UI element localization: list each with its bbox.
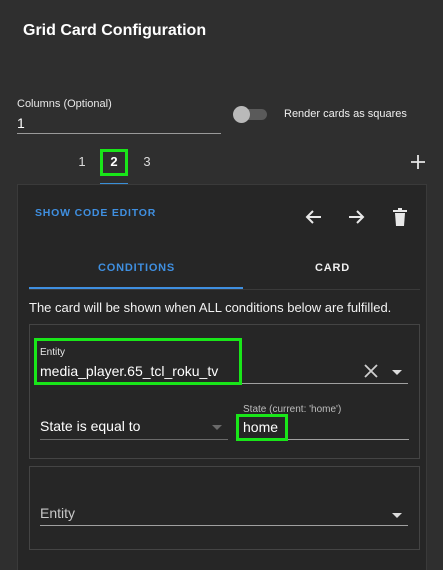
render-squares-label: Render cards as squares <box>284 108 407 120</box>
chevron-down-icon[interactable] <box>392 370 402 375</box>
close-icon[interactable] <box>362 362 380 380</box>
columns-label: Columns (Optional) <box>17 98 112 110</box>
toggle-thumb <box>233 106 250 123</box>
subtab-divider <box>29 289 420 290</box>
columns-value: 1 <box>17 115 25 131</box>
arrow-right-icon[interactable] <box>345 206 367 228</box>
chevron-down-icon[interactable] <box>212 425 222 430</box>
state-highlight-box <box>236 414 288 441</box>
columns-input[interactable]: Columns (Optional) 1 <box>17 96 221 134</box>
tab-highlight-box <box>100 149 128 176</box>
tab-card-1[interactable]: 1 <box>72 154 92 169</box>
entity-label-2: Entity <box>40 505 76 521</box>
entity-highlight-box <box>34 338 242 385</box>
tab-conditions[interactable]: CONDITIONS <box>98 262 175 274</box>
tab-card[interactable]: CARD <box>315 262 350 274</box>
condition-card-tabs: CONDITIONS CARD <box>29 252 420 290</box>
dialog-title: Grid Card Configuration <box>23 22 207 39</box>
card-tab-bar: 1 2 3 <box>0 148 443 184</box>
plus-icon[interactable] <box>410 154 426 170</box>
entity-input-2[interactable]: Entity <box>40 496 408 526</box>
state-operator-select[interactable]: State is equal to <box>40 412 228 440</box>
trash-icon[interactable] <box>389 206 411 228</box>
render-squares-toggle[interactable] <box>233 106 267 123</box>
tab-card-3[interactable]: 3 <box>137 154 157 169</box>
show-code-editor-button[interactable]: SHOW CODE EDITOR <box>35 207 156 219</box>
state-operator-value: State is equal to <box>40 418 141 434</box>
conditions-info-text: The card will be shown when ALL conditio… <box>29 300 392 315</box>
chevron-down-icon[interactable] <box>392 513 402 518</box>
arrow-left-icon[interactable] <box>303 206 325 228</box>
